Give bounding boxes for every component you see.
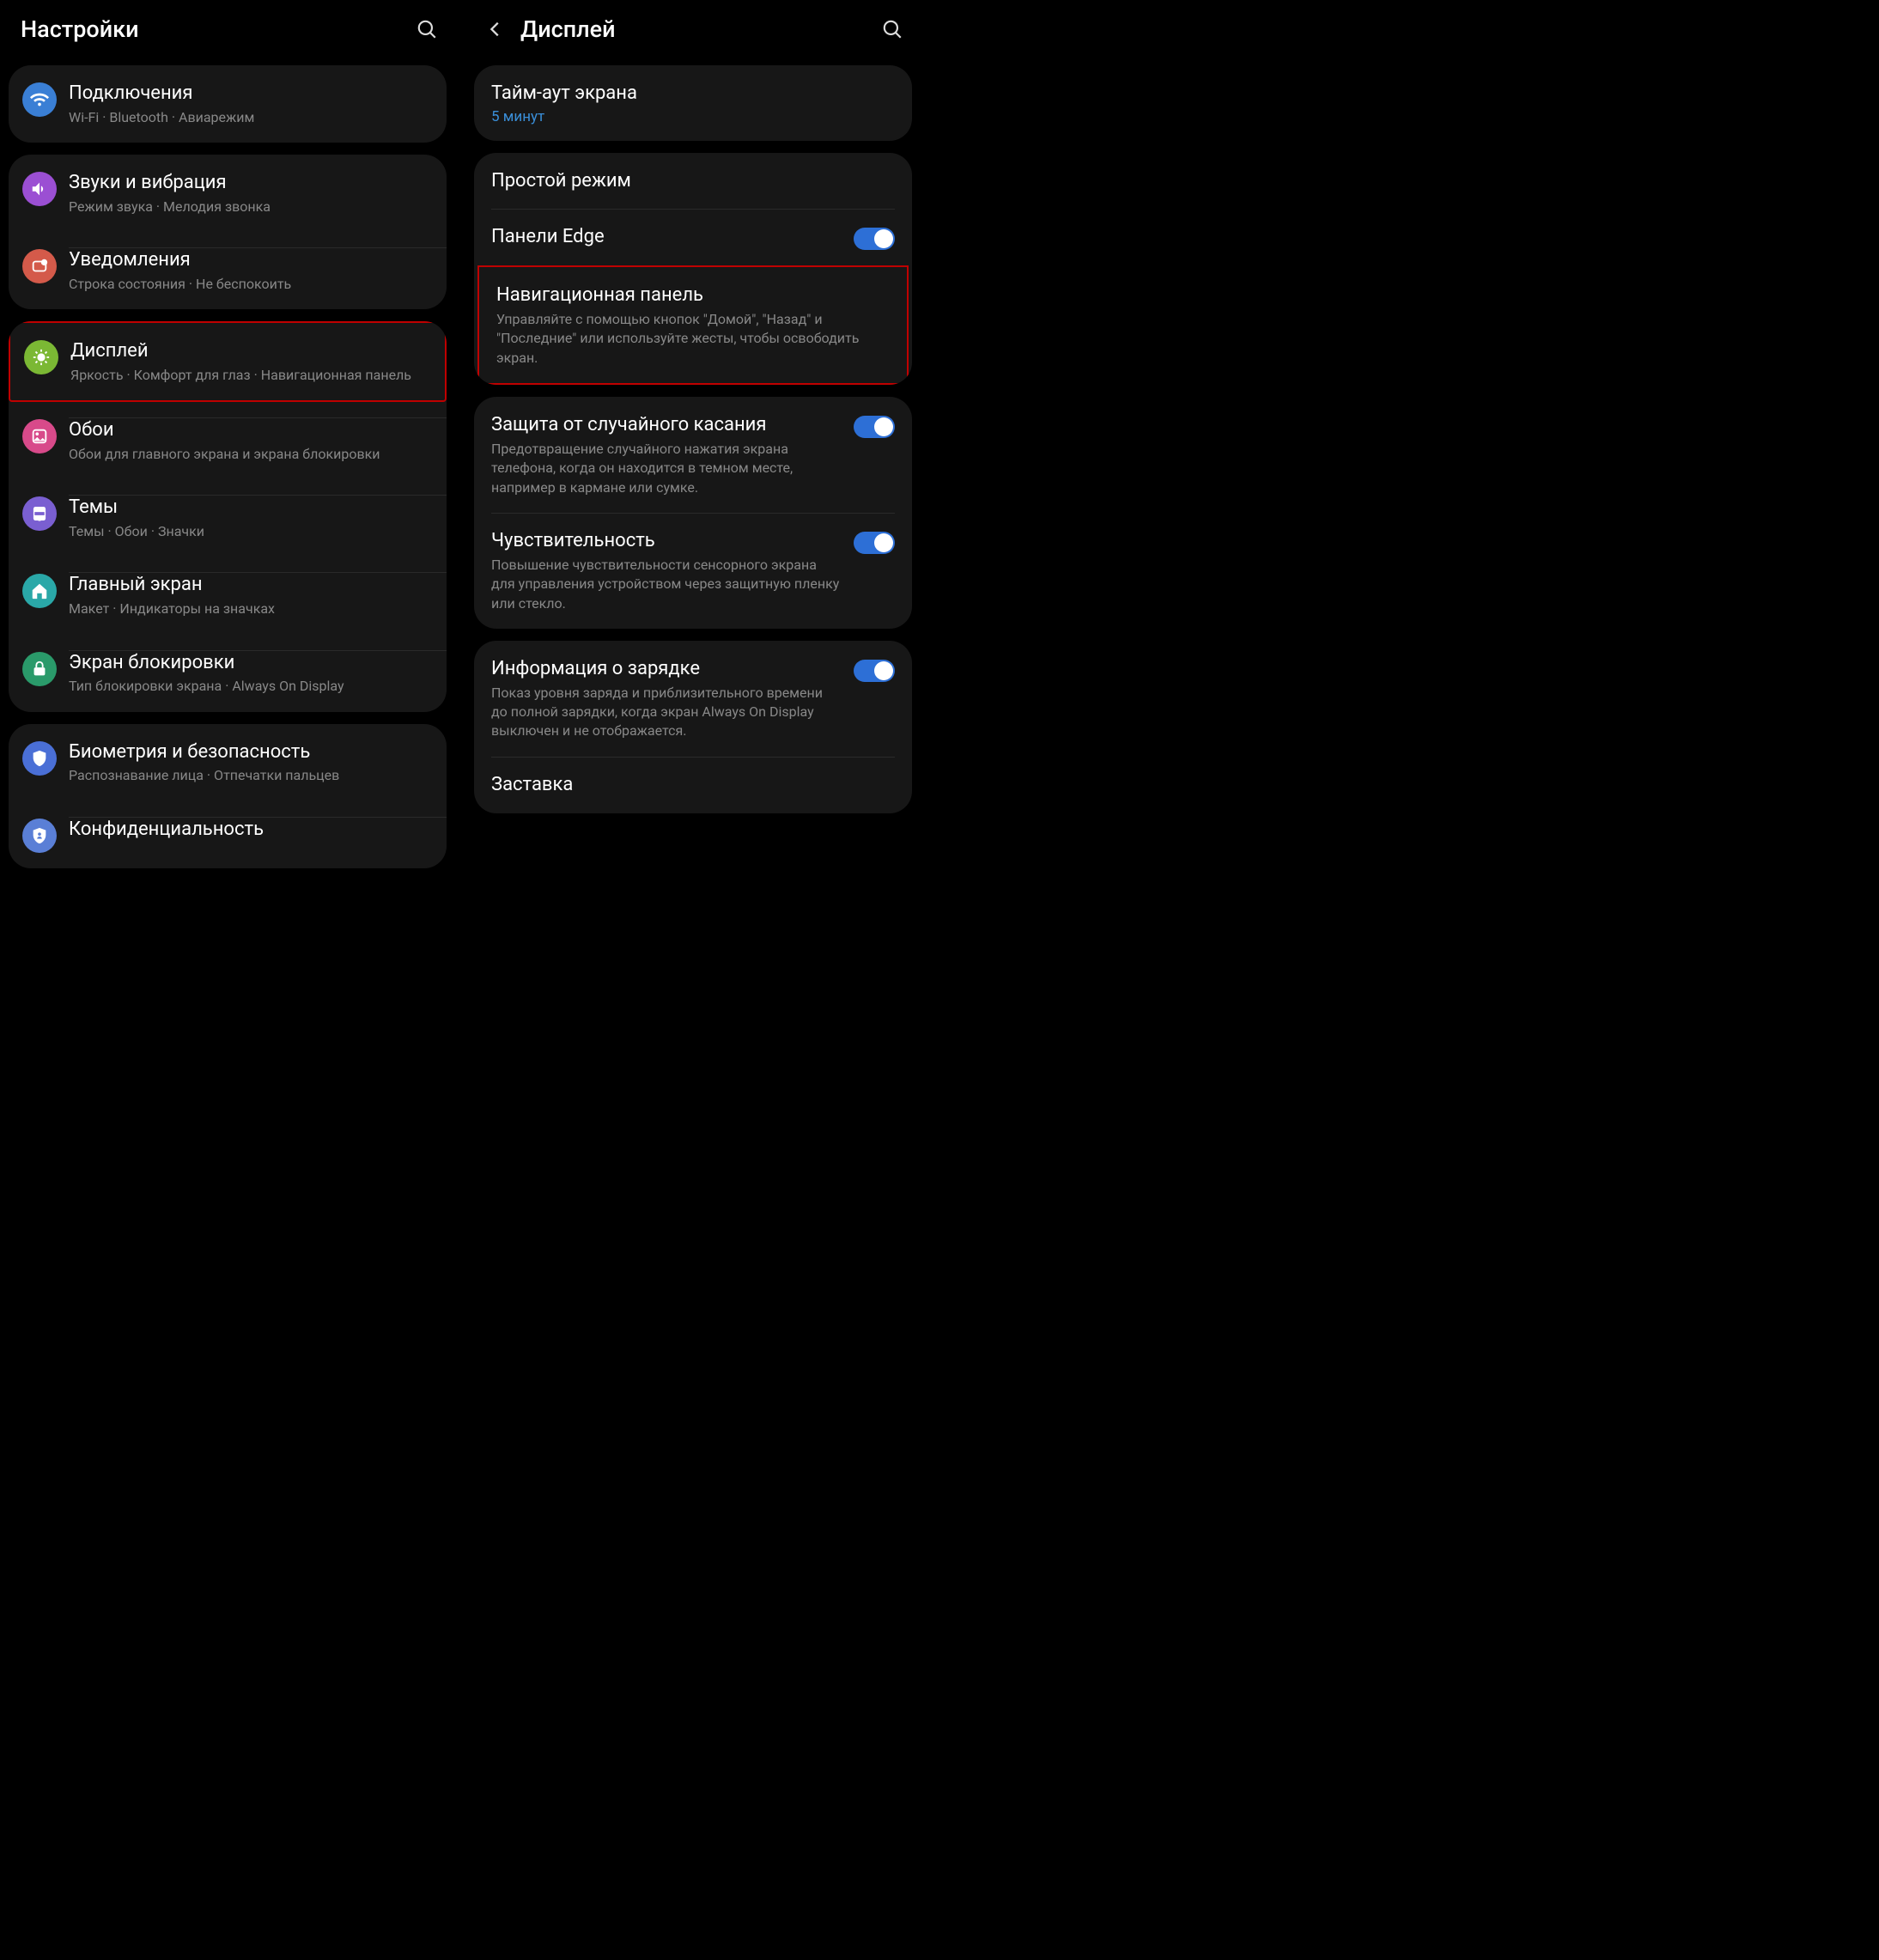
wifi-icon [22,82,57,117]
toggle-switch[interactable] [854,532,895,554]
item-title: Уведомления [69,247,429,273]
settings-item-lock[interactable]: Экран блокировки Тип блокировки экрана ·… [9,635,447,712]
item-title: Подключения [69,81,429,107]
item-text: Дисплей Яркость · Комфорт для глаз · Нав… [70,338,428,385]
display-group: Простой режим Панели Edge Навигационная … [474,153,912,386]
search-icon[interactable] [416,18,438,40]
item-title: Тайм-аут экрана [491,81,895,107]
settings-screen: Настройки Подключения Wi-Fi · Bluetooth … [0,0,455,889]
settings-item-wallpaper[interactable]: Обои Обои для главного экрана и экрана б… [9,402,447,479]
item-title: Чувствительность [491,528,842,554]
item-text: Звуки и вибрация Режим звука · Мелодия з… [69,170,429,216]
item-text: Тайм-аут экрана5 минут [491,81,895,125]
item-title: Навигационная панель [496,283,890,308]
item-text: Главный экран Макет · Индикаторы на знач… [69,572,429,618]
display-item[interactable]: ЧувствительностьПовышение чувствительнос… [474,513,912,629]
display-item[interactable]: Навигационная панельУправляйте с помощью… [477,265,909,385]
settings-group: Звуки и вибрация Режим звука · Мелодия з… [9,155,447,309]
sound-icon [22,172,57,206]
settings-item-display[interactable]: Дисплей Яркость · Комфорт для глаз · Нав… [9,321,447,402]
item-subtitle: Обои для главного экрана и экрана блокир… [69,445,429,464]
item-title: Экран блокировки [69,650,429,676]
item-title: Звуки и вибрация [69,170,429,196]
item-title: Простой режим [491,168,895,194]
item-text: Защита от случайного касанияПредотвращен… [491,412,842,497]
item-text: Заставка [491,772,895,798]
item-title: Защита от случайного касания [491,412,842,438]
item-title: Дисплей [70,338,428,364]
item-subtitle: Макет · Индикаторы на значках [69,600,429,618]
item-text: Подключения Wi-Fi · Bluetooth · Авиарежи… [69,81,429,127]
notif-icon [22,249,57,283]
item-text: Экран блокировки Тип блокировки экрана ·… [69,650,429,697]
item-subtitle: Предотвращение случайного нажатия экрана… [491,440,842,497]
settings-item-themes[interactable]: Темы Темы · Обои · Значки [9,479,447,557]
display-group: Тайм-аут экрана5 минут [474,65,912,141]
display-header: Дисплей [465,0,921,65]
privacy-icon [22,819,57,853]
item-title: Конфиденциальность [69,817,429,843]
display-item[interactable]: Тайм-аут экрана5 минут [474,65,912,141]
item-title: Главный экран [69,572,429,598]
item-subtitle: Повышение чувствительности сенсорного эк… [491,556,842,613]
item-subtitle: Показ уровня заряда и приблизительного в… [491,684,842,741]
settings-item-privacy[interactable]: Конфиденциальность [9,801,447,868]
item-title: Информация о зарядке [491,656,842,682]
display-group: Защита от случайного касанияПредотвращен… [474,397,912,629]
settings-item-wifi[interactable]: Подключения Wi-Fi · Bluetooth · Авиарежи… [9,65,447,143]
item-text: Темы Темы · Обои · Значки [69,495,429,541]
settings-header: Настройки [0,0,455,65]
item-subtitle: Строка состояния · Не беспокоить [69,275,429,294]
settings-group: Биометрия и безопасность Распознавание л… [9,724,447,868]
search-icon[interactable] [881,18,903,40]
item-subtitle: Wi-Fi · Bluetooth · Авиарежим [69,108,429,127]
item-subtitle: Тип блокировки экрана · Always On Displa… [69,677,429,696]
item-title: Темы [69,495,429,520]
display-screen: Дисплей Тайм-аут экрана5 минут Простой р… [465,0,921,889]
item-text: Простой режим [491,168,895,194]
display-item[interactable]: Простой режим [474,153,912,210]
item-title: Панели Edge [491,224,842,250]
display-group: Информация о зарядкеПоказ уровня заряда … [474,641,912,813]
item-subtitle: Распознавание лица · Отпечатки пальцев [69,766,429,785]
display-icon [24,340,58,374]
item-text: Панели Edge [491,224,842,250]
shield-icon [22,741,57,776]
item-title: Обои [69,417,429,443]
display-item[interactable]: Заставка [474,757,912,813]
settings-item-home[interactable]: Главный экран Макет · Индикаторы на знач… [9,557,447,634]
item-text: Обои Обои для главного экрана и экрана б… [69,417,429,464]
toggle-switch[interactable] [854,660,895,682]
item-text: Биометрия и безопасность Распознавание л… [69,740,429,786]
item-subtitle: Режим звука · Мелодия звонка [69,198,429,216]
toggle-switch[interactable] [854,228,895,250]
item-subtitle: Яркость · Комфорт для глаз · Навигационн… [70,366,428,385]
settings-item-shield[interactable]: Биометрия и безопасность Распознавание л… [9,724,447,801]
home-icon [22,574,57,608]
toggle-switch[interactable] [854,416,895,438]
page-title: Настройки [21,15,416,43]
settings-group: Подключения Wi-Fi · Bluetooth · Авиарежи… [9,65,447,143]
item-text: Навигационная панельУправляйте с помощью… [496,283,890,368]
item-subtitle: Темы · Обои · Значки [69,522,429,541]
item-title: Биометрия и безопасность [69,740,429,765]
item-text: Информация о зарядкеПоказ уровня заряда … [491,656,842,741]
wallpaper-icon [22,419,57,453]
settings-item-notif[interactable]: Уведомления Строка состояния · Не беспок… [9,232,447,309]
item-value: 5 минут [491,108,895,125]
display-item[interactable]: Защита от случайного касанияПредотвращен… [474,397,912,513]
display-item[interactable]: Информация о зарядкеПоказ уровня заряда … [474,641,912,757]
item-text: Уведомления Строка состояния · Не беспок… [69,247,429,294]
themes-icon [22,496,57,531]
page-title: Дисплей [520,15,881,43]
item-title: Заставка [491,772,895,798]
lock-icon [22,652,57,686]
back-button[interactable] [486,20,505,39]
item-subtitle: Управляйте с помощью кнопок "Домой", "На… [496,310,890,368]
settings-group: Дисплей Яркость · Комфорт для глаз · Нав… [9,321,447,711]
item-text: ЧувствительностьПовышение чувствительнос… [491,528,842,613]
display-item[interactable]: Панели Edge [474,209,912,265]
item-text: Конфиденциальность [69,817,429,843]
settings-item-sound[interactable]: Звуки и вибрация Режим звука · Мелодия з… [9,155,447,232]
